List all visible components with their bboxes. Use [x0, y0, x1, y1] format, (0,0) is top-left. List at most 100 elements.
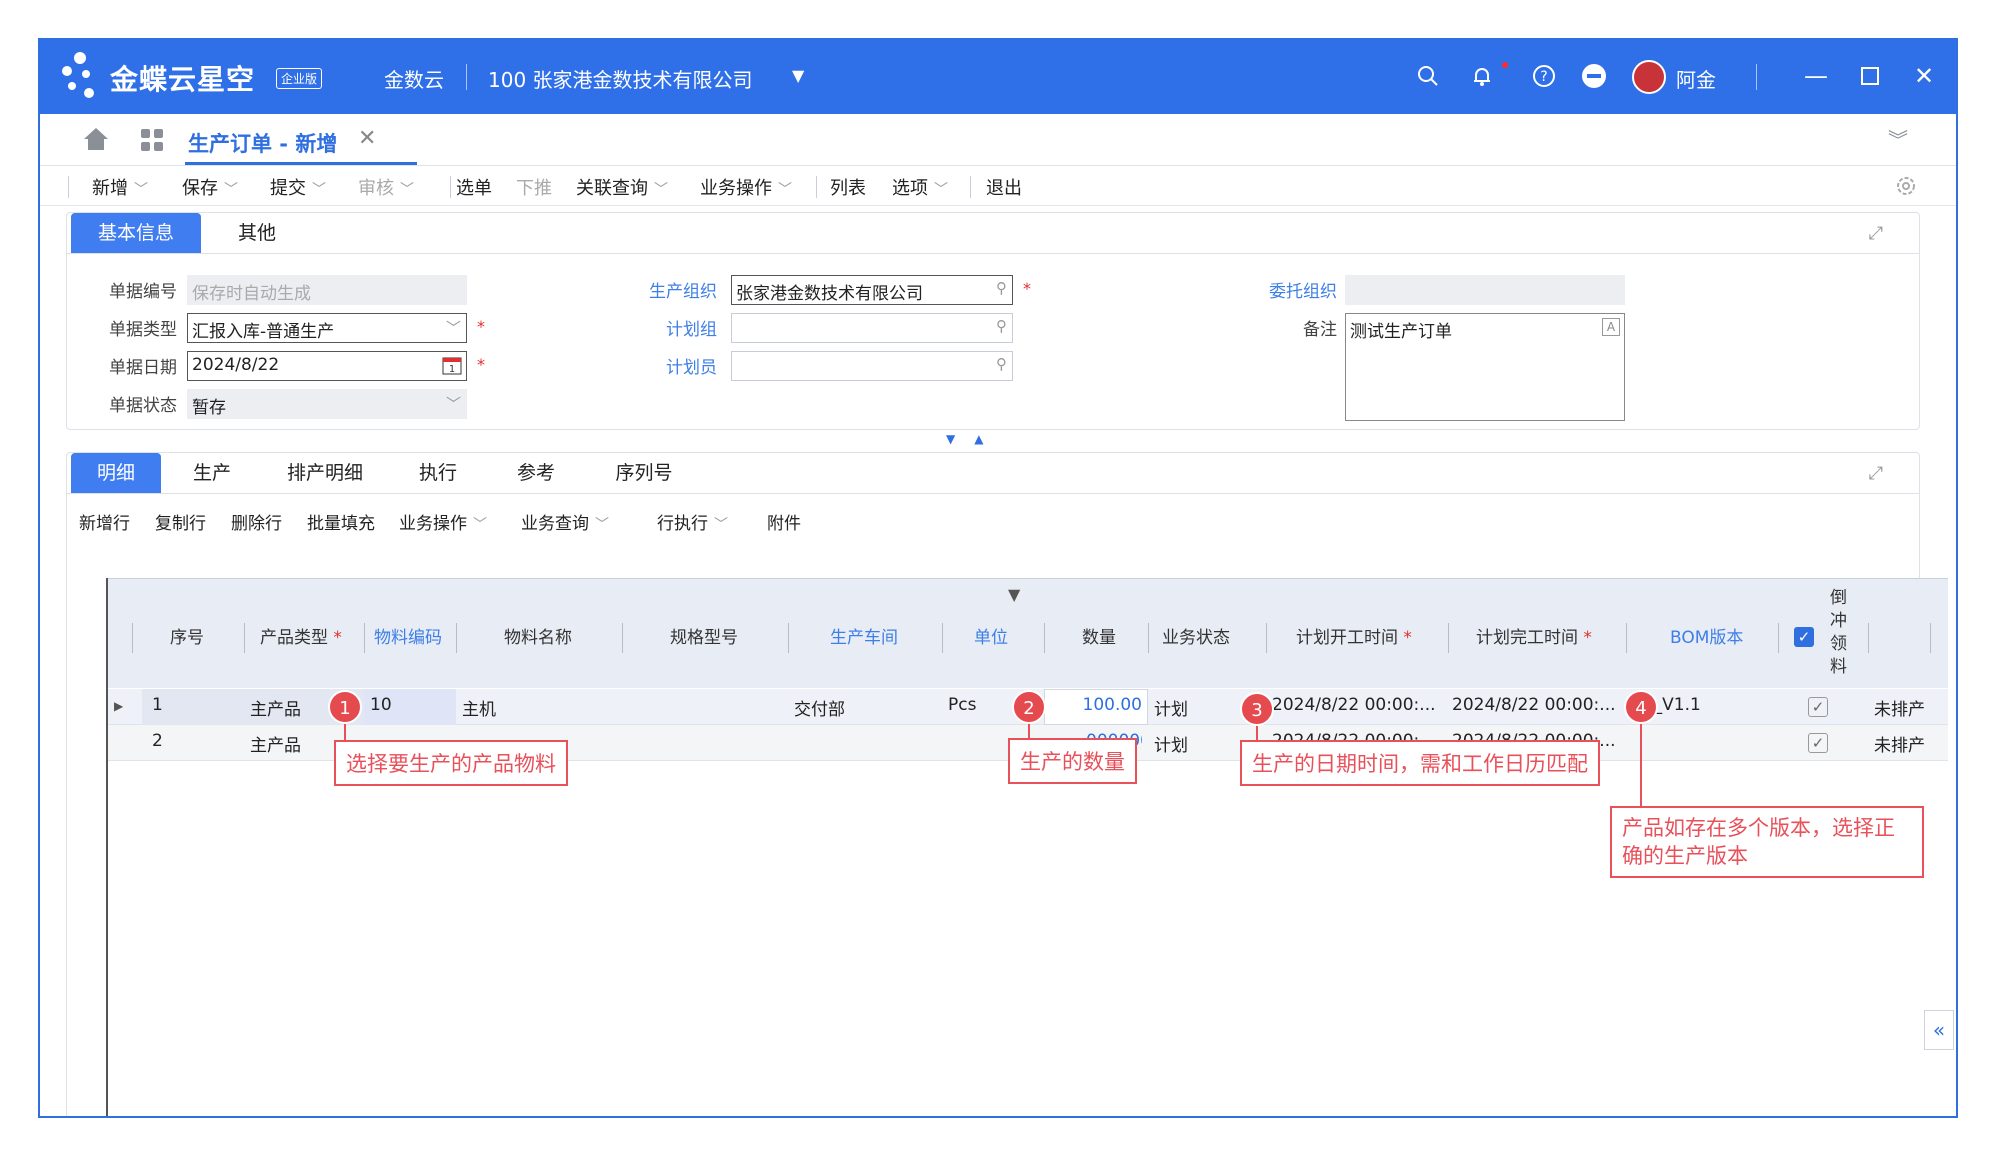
- product-name[interactable]: 金数云: [384, 64, 444, 93]
- cell-plan-end[interactable]: 2024/8/22 00:00:...: [1452, 695, 1624, 715]
- bill-no-field[interactable]: 保存时自动生成: [187, 275, 467, 305]
- remark-textarea[interactable]: 测试生产订单 A: [1345, 313, 1625, 421]
- bill-status-label: 单据状态: [109, 396, 177, 416]
- remark-label: 备注: [1303, 320, 1337, 340]
- tab-basic-info[interactable]: 基本信息: [71, 213, 201, 253]
- cell-schedule-status: 未排产: [1874, 700, 1925, 720]
- chevron-down-icon[interactable]: ▼: [792, 66, 804, 85]
- cell-material-code[interactable]: 10: [370, 695, 392, 715]
- col-product-type[interactable]: 产品类型 *: [260, 623, 342, 648]
- svg-text:?: ?: [1540, 69, 1547, 85]
- apps-grid-icon[interactable]: [140, 128, 164, 157]
- search-icon[interactable]: [1412, 60, 1444, 92]
- toolbar-exit[interactable]: 退出: [986, 174, 1022, 200]
- close-tab-icon[interactable]: ✕: [358, 126, 376, 151]
- side-collapse-icon[interactable]: «: [1924, 1010, 1954, 1050]
- action-business-query[interactable]: 业务查询 ﹀: [521, 509, 609, 534]
- cell-quantity[interactable]: 100.00: [1048, 695, 1142, 715]
- tab-schedule-detail[interactable]: 排产明细: [265, 453, 385, 493]
- col-backflush[interactable]: 倒冲领料: [1830, 587, 1850, 679]
- minus-circle-icon[interactable]: [1578, 60, 1610, 92]
- col-material-name[interactable]: 物料名称: [504, 623, 572, 648]
- main-toolbar: 新增 ﹀ 保存 ﹀ 提交 ﹀ 审核 ﹀ 选单 下推 关联查询 ﹀ 业务操作 ﹀ 列表 选项 ﹀…: [40, 166, 1956, 206]
- calendar-icon[interactable]: 1: [442, 355, 462, 380]
- toolbar-save[interactable]: 保存 ﹀: [182, 174, 238, 200]
- expand-icon[interactable]: ⤢: [1869, 463, 1883, 484]
- toolbar-related-query[interactable]: 关联查询 ﹀: [576, 174, 668, 200]
- bill-type-label: 单据类型: [109, 320, 177, 340]
- avatar[interactable]: [1632, 60, 1666, 94]
- toolbar-audit[interactable]: 审核 ﹀: [358, 174, 414, 200]
- entrust-org-field[interactable]: [1345, 275, 1625, 305]
- tab-reference[interactable]: 参考: [491, 453, 581, 493]
- plan-group-field[interactable]: ⚲: [731, 313, 1013, 343]
- col-business-status[interactable]: 业务状态: [1162, 623, 1230, 648]
- col-quantity[interactable]: 数量: [1082, 623, 1116, 648]
- gear-icon[interactable]: [1894, 174, 1918, 203]
- action-attachment[interactable]: 附件: [767, 509, 801, 534]
- tab-serial-number[interactable]: 序列号: [589, 453, 699, 493]
- filter-icon[interactable]: ▼: [1008, 585, 1020, 604]
- svg-text:1: 1: [449, 364, 455, 375]
- collapse-arrows-icon[interactable]: ▼ ▲: [946, 432, 984, 446]
- planner-field[interactable]: ⚲: [731, 351, 1013, 381]
- action-add-row[interactable]: 新增行: [79, 509, 130, 534]
- home-icon[interactable]: [82, 126, 110, 157]
- tab-production[interactable]: 生产: [167, 453, 257, 493]
- action-business-ops[interactable]: 业务操作 ﹀: [399, 509, 487, 534]
- col-plan-start[interactable]: 计划开工时间 *: [1296, 623, 1412, 648]
- action-batch-fill[interactable]: 批量填充: [307, 509, 375, 534]
- text-format-icon[interactable]: A: [1602, 318, 1620, 336]
- cell-product-type[interactable]: 主产品: [250, 695, 301, 720]
- user-name[interactable]: 阿金: [1676, 64, 1716, 93]
- cell-product-type[interactable]: 主产品: [250, 731, 301, 756]
- chevron-down-icon: ﹀: [445, 319, 461, 337]
- backflush-checkbox[interactable]: ✓: [1808, 697, 1828, 717]
- col-bom-version[interactable]: BOM版本: [1670, 623, 1743, 648]
- toolbar-push-down[interactable]: 下推: [516, 174, 552, 200]
- col-material-code[interactable]: 物料编码: [374, 623, 442, 648]
- tab-detail[interactable]: 明细: [71, 453, 161, 493]
- minimize-icon[interactable]: —: [1800, 60, 1832, 92]
- maximize-icon[interactable]: [1854, 60, 1886, 92]
- bill-status-select[interactable]: 暂存 ﹀: [187, 389, 467, 419]
- toolbar-new[interactable]: 新增 ﹀: [92, 174, 148, 200]
- col-seq[interactable]: 序号: [170, 623, 204, 648]
- cell-plan-start[interactable]: 2024/8/22 00:00:...: [1272, 695, 1444, 715]
- action-copy-row[interactable]: 复制行: [155, 509, 206, 534]
- collapse-down-icon[interactable]: ︾: [1888, 124, 1908, 153]
- action-row-execute[interactable]: 行执行 ﹀: [657, 509, 728, 534]
- cell-workshop[interactable]: 交付部: [794, 695, 845, 720]
- backflush-checkbox[interactable]: ✓: [1808, 733, 1828, 753]
- toolbar-list[interactable]: 列表: [830, 174, 866, 200]
- col-plan-end[interactable]: 计划完工时间 *: [1476, 623, 1592, 648]
- col-spec[interactable]: 规格型号: [670, 623, 738, 648]
- close-icon[interactable]: ✕: [1908, 60, 1940, 92]
- cell-material-name[interactable]: 主机: [462, 695, 496, 720]
- toolbar-select-bill[interactable]: 选单: [456, 174, 492, 200]
- tab-other[interactable]: 其他: [207, 213, 307, 253]
- toolbar-options[interactable]: 选项 ﹀: [892, 174, 948, 200]
- bill-date-field[interactable]: 2024/8/22 1: [187, 351, 467, 381]
- backflush-header-checkbox[interactable]: ✓: [1794, 627, 1814, 647]
- col-workshop[interactable]: 生产车间: [830, 623, 898, 648]
- grid-header: ▼ 序号 产品类型 * 物料编码 物料名称 规格型号 生产车间 单位 数量 业务…: [108, 578, 1948, 688]
- cell-unit[interactable]: Pcs: [948, 695, 976, 715]
- callout-bom-version: 产品如存在多个版本，选择正确的生产版本: [1610, 806, 1924, 878]
- prod-org-field[interactable]: 张家港金数技术有限公司 ⚲: [731, 275, 1013, 305]
- bell-icon[interactable]: [1466, 60, 1498, 92]
- toolbar-business-ops[interactable]: 业务操作 ﹀: [700, 174, 792, 200]
- bill-no-label: 单据编号: [109, 282, 177, 302]
- help-icon[interactable]: ?: [1528, 60, 1560, 92]
- cell-business-status: 计划: [1154, 700, 1188, 720]
- toolbar-submit[interactable]: 提交 ﹀: [270, 174, 326, 200]
- bill-type-select[interactable]: 汇报入库-普通生产 ﹀: [187, 313, 467, 343]
- col-unit[interactable]: 单位: [974, 623, 1008, 648]
- entrust-org-label: 委托组织: [1269, 282, 1337, 302]
- expand-icon[interactable]: ⤢: [1869, 223, 1883, 244]
- tab-execution[interactable]: 执行: [393, 453, 483, 493]
- action-delete-row[interactable]: 删除行: [231, 509, 282, 534]
- brand-name: 金蝶云星空: [110, 63, 256, 96]
- company-selector[interactable]: 100 张家港金数技术有限公司: [488, 64, 753, 93]
- tab-production-order-new[interactable]: 生产订单 - 新增: [188, 128, 337, 158]
